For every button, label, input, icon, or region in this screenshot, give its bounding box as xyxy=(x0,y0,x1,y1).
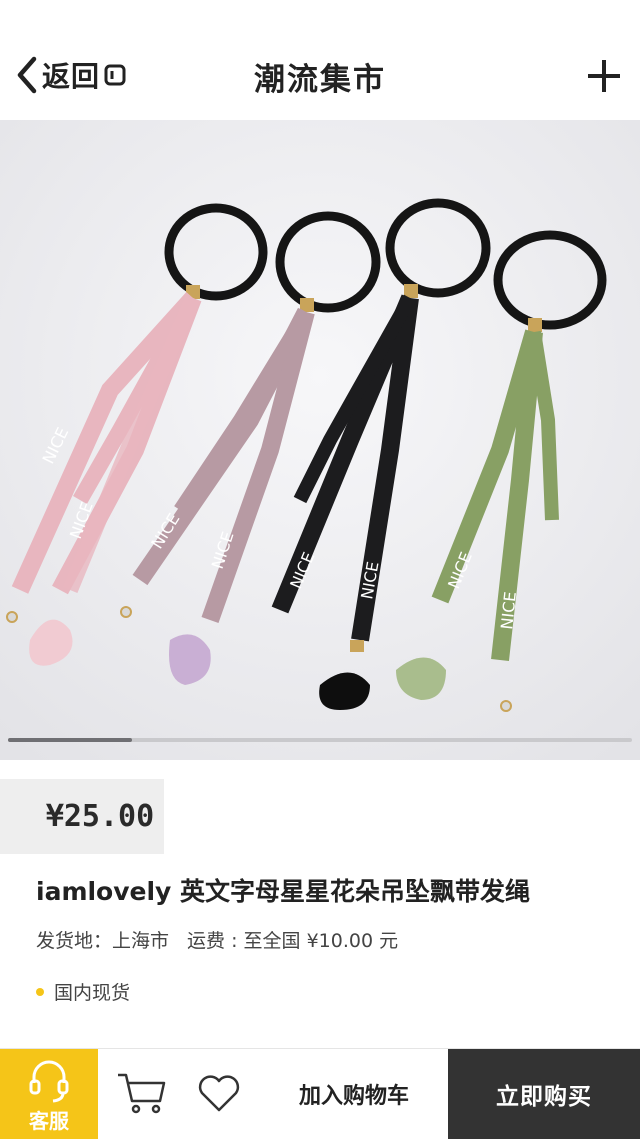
stock-tag: 国内现货 xyxy=(36,978,130,1005)
shipping-fee-label: 运费 : 至全国 xyxy=(187,930,301,952)
gallery-scroll-thumb[interactable] xyxy=(8,738,132,742)
product-name: iamlovely 英文字母星星花朵吊坠飘带发绳 xyxy=(36,877,531,906)
product-photo: NICE NICE NICE NICE NICE NICE NICE NICE xyxy=(0,120,640,760)
buy-now-button[interactable]: 立即购买 xyxy=(448,1049,640,1139)
customer-service-button[interactable]: 客服 xyxy=(0,1049,98,1139)
shipping-from: 上海市 xyxy=(112,930,170,952)
price-block: ¥25.00 xyxy=(0,779,164,854)
add-to-cart-button[interactable]: 加入购物车 xyxy=(262,1049,446,1139)
heart-icon[interactable] xyxy=(196,1073,242,1113)
stock-label: 国内现货 xyxy=(54,982,131,1004)
customer-service-label: 客服 xyxy=(29,1109,69,1133)
ribbon-text: NICE xyxy=(497,591,520,631)
price: ¥25.00 xyxy=(45,799,155,834)
top-nav-bar: 返回 潮流集市 xyxy=(0,0,640,120)
gallery-scrollbar[interactable] xyxy=(8,738,632,742)
product-image-gallery[interactable]: NICE NICE NICE NICE NICE NICE NICE NICE xyxy=(0,120,640,760)
headset-icon xyxy=(29,1060,69,1103)
stock-dot-icon xyxy=(36,987,44,996)
cart-icon[interactable] xyxy=(116,1071,168,1115)
shipping-info: 发货地：上海市 运费 : 至全国 ¥10.00 元 xyxy=(36,926,398,953)
page-title: 潮流集市 xyxy=(254,62,386,98)
plus-icon[interactable] xyxy=(586,58,622,94)
bottom-action-bar: 客服 加入购物车 立即购买 xyxy=(0,1048,640,1139)
shipping-fee: ¥10.00 元 xyxy=(306,930,399,952)
shipping-from-label: 发货地： xyxy=(36,930,113,952)
